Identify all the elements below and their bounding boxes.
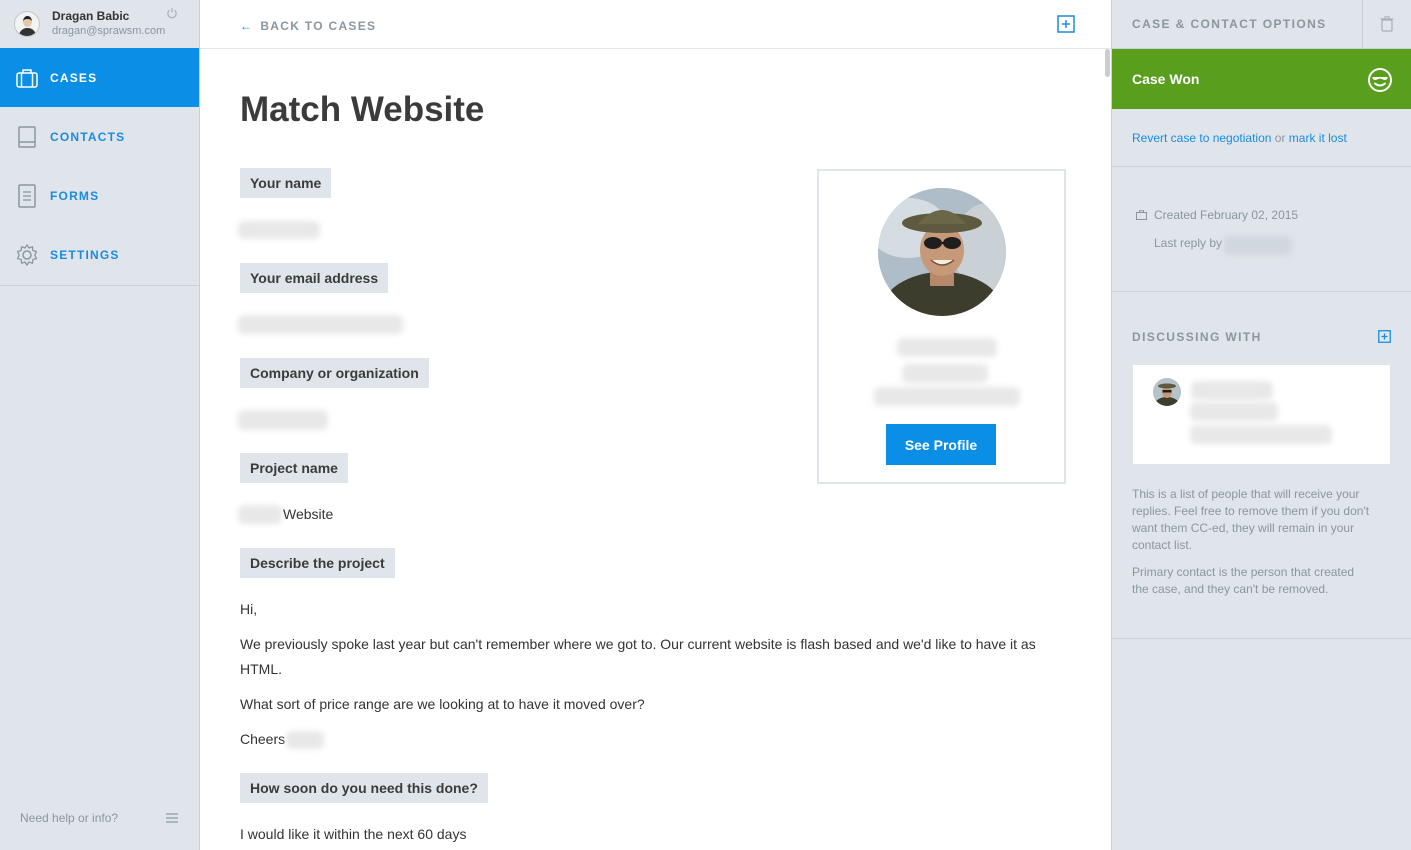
sidebar-item-forms[interactable]: FORMS: [0, 166, 199, 225]
redacted-value: [238, 221, 320, 239]
see-profile-button[interactable]: See Profile: [886, 424, 996, 465]
last-reply: Last reply by: [1154, 236, 1222, 250]
main-content: ← BACK TO CASES Match Website Your name …: [200, 0, 1111, 850]
redacted-value: [238, 505, 282, 524]
cool-smiley-icon: [1368, 68, 1392, 92]
redacted-value: [902, 364, 988, 383]
sidebar-item-contacts[interactable]: CONTACTS: [0, 107, 199, 166]
sidebar-item-settings[interactable]: SETTINGS: [0, 225, 199, 284]
gear-icon: [15, 243, 39, 267]
participants-info: This is a list of people that will recei…: [1132, 487, 1370, 552]
field-label-company: Company or organization: [240, 358, 429, 388]
add-participant-icon[interactable]: [1378, 330, 1391, 343]
options-header: CASE & CONTACT OPTIONS: [1112, 0, 1411, 49]
discussing-with-title: DISCUSSING WITH: [1132, 330, 1262, 344]
user-header: Dragan Babic dragan@sprawsm.com: [0, 0, 199, 48]
power-icon[interactable]: [166, 7, 178, 19]
user-email: dragan@sprawsm.com: [52, 25, 166, 37]
arrow-left-icon: ←: [240, 19, 254, 33]
description-line: What sort of price range are we looking …: [240, 696, 645, 712]
menu-icon[interactable]: [166, 813, 178, 823]
add-icon[interactable]: [1057, 15, 1075, 33]
created-text: Created February 02, 2015: [1154, 208, 1299, 222]
redacted-value: [286, 731, 324, 749]
top-bar: ← BACK TO CASES: [200, 0, 1111, 49]
status-label: Case Won: [1132, 71, 1200, 87]
field-label-name: Your name: [240, 168, 332, 198]
redacted-value: [1224, 236, 1292, 255]
back-label: BACK TO CASES: [260, 19, 377, 33]
scrollbar[interactable]: [1104, 49, 1111, 850]
field-label-email: Your email address: [240, 263, 389, 293]
revert-to-negotiation-link[interactable]: Revert case to negotiation: [1132, 131, 1271, 145]
options-title: CASE & CONTACT OPTIONS: [1132, 17, 1327, 31]
revert-options: Revert case to negotiation or mark it lo…: [1132, 131, 1347, 145]
redacted-value: [238, 410, 328, 430]
description-line: We previously spoke last year but can't …: [240, 636, 1036, 677]
divider: [1112, 291, 1411, 292]
user-name: Dragan Babic: [52, 9, 130, 23]
user-info: Dragan Babic dragan@sprawsm.com: [52, 9, 165, 39]
profile-photo: [878, 188, 1006, 316]
project-name-value: Website: [283, 506, 334, 522]
description-line: Hi,: [240, 601, 258, 617]
briefcase-icon: [15, 66, 39, 90]
trash-icon[interactable]: [1380, 16, 1394, 32]
timeline-value: I would like it within the next 60 days: [240, 826, 467, 842]
page-title: Match Website: [240, 90, 485, 129]
sidebar-item-label: SETTINGS: [50, 247, 120, 262]
redacted-value: [238, 315, 403, 334]
form-icon: [15, 183, 39, 208]
book-icon: [15, 125, 39, 149]
scrollbar-thumb[interactable]: [1105, 49, 1110, 77]
help-link[interactable]: Need help or info?: [20, 811, 118, 825]
briefcase-icon: [1136, 210, 1147, 220]
divider: [1362, 0, 1363, 49]
field-label-timeline: How soon do you need this done?: [240, 773, 488, 803]
participant-avatar: [1153, 378, 1181, 406]
redacted-value: [874, 387, 1020, 406]
sidebar-item-label: FORMS: [50, 188, 100, 203]
sidebar-item-label: CASES: [50, 70, 98, 85]
sidebar-item-cases[interactable]: CASES: [0, 48, 199, 107]
mark-lost-link[interactable]: mark it lost: [1289, 131, 1347, 145]
redacted-value: [1190, 402, 1278, 421]
options-panel: CASE & CONTACT OPTIONS Case Won Revert c…: [1111, 0, 1411, 850]
back-to-cases-link[interactable]: ← BACK TO CASES: [240, 19, 376, 33]
divider: [0, 285, 199, 286]
created-date: Created February 02, 2015: [1136, 208, 1298, 222]
field-label-description: Describe the project: [240, 548, 395, 578]
redacted-value: [1191, 381, 1273, 400]
divider: [1112, 638, 1411, 639]
sidebar-item-label: CONTACTS: [50, 129, 126, 144]
contact-profile-card: See Profile: [817, 169, 1066, 484]
primary-contact-info: Primary contact is the person that creat…: [1132, 565, 1355, 596]
field-label-project: Project name: [240, 453, 348, 483]
or-text: or: [1274, 131, 1286, 145]
divider: [1112, 166, 1411, 167]
redacted-value: [897, 338, 997, 357]
redacted-value: [1190, 425, 1332, 444]
last-reply-text: Last reply by: [1154, 236, 1223, 250]
avatar[interactable]: [14, 11, 40, 37]
sidebar: Dragan Babic dragan@sprawsm.com CASES CO…: [0, 0, 200, 850]
description-line: Cheers: [240, 731, 286, 747]
participant-card[interactable]: [1133, 365, 1390, 464]
